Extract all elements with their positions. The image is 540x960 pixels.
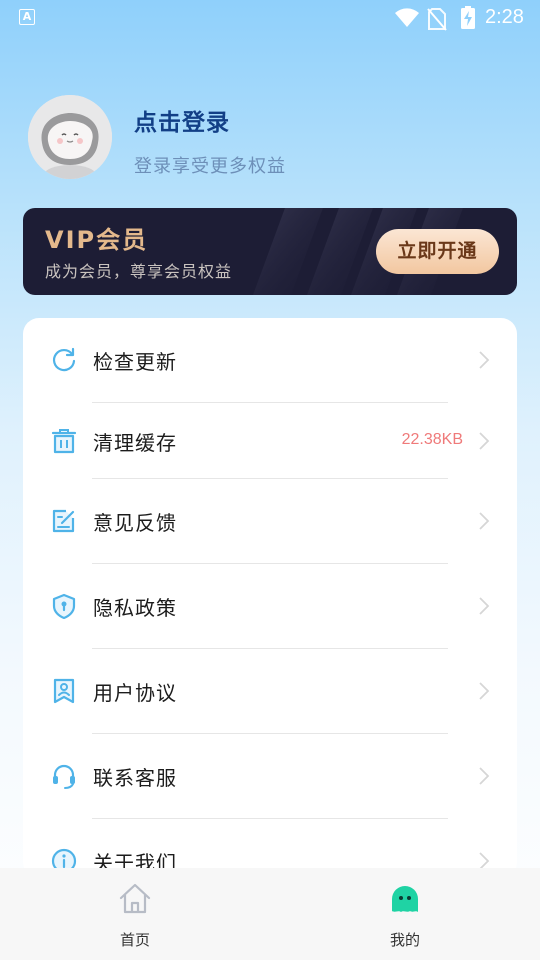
tab-label: 首页 [119,931,150,949]
bottom-nav: 首页 我的 [0,868,540,960]
menu-item-label: 隐私政策 [93,596,177,620]
settings-menu: 检查更新 清理缓存 22.38KB 意见反馈 隐私政策 用户协议 联系客服 关于… [23,318,517,878]
no-sim-icon [427,8,447,31]
chevron-right-icon [479,512,490,530]
chevron-right-icon [479,351,490,369]
vip-open-button[interactable]: 立即开通 [376,229,499,274]
status-bar: A 2:28 [0,0,540,38]
tab-mine[interactable]: 我的 [355,868,455,960]
login-subtitle: 登录享受更多权益 [134,156,286,177]
menu-item-label: 检查更新 [93,350,177,374]
login-title[interactable]: 点击登录 [134,103,230,137]
menu-item-feedback[interactable]: 意见反馈 [23,491,517,551]
vip-title: VIP会员 [45,226,149,254]
user-agreement-icon [53,678,75,704]
menu-item-label: 意见反馈 [93,511,177,535]
cache-size-value: 22.38KB [401,431,463,448]
battery-charging-icon [461,6,475,29]
chevron-right-icon [479,682,490,700]
chevron-right-icon [479,432,490,450]
menu-item-check-update[interactable]: 检查更新 [23,330,517,390]
divider [92,563,448,564]
ghost-mascot-icon [392,886,418,912]
clock: 2:28 [485,6,524,28]
divider [92,733,448,734]
menu-item-clear-cache[interactable]: 清理缓存 22.38KB [23,411,517,471]
headset-icon [53,764,75,789]
chevron-right-icon [479,767,490,785]
divider [92,818,448,819]
tab-label: 我的 [389,931,420,949]
astronaut-cat-avatar [28,95,112,179]
avatar[interactable] [28,95,112,179]
menu-item-user-agreement[interactable]: 用户协议 [23,661,517,721]
menu-item-privacy[interactable]: 隐私政策 [23,576,517,636]
vip-card[interactable]: VIP会员 成为会员，尊享会员权益 立即开通 [23,208,517,295]
chevron-right-icon [479,597,490,615]
menu-item-customer-service[interactable]: 联系客服 [23,746,517,806]
shield-lock-icon [52,593,76,619]
divider [92,648,448,649]
home-icon [119,883,151,914]
tab-home[interactable]: 首页 [85,868,185,960]
refresh-icon [52,347,76,372]
edit-feedback-icon [52,509,75,533]
menu-item-label: 联系客服 [93,766,177,790]
divider [92,478,448,479]
menu-item-label: 用户协议 [93,681,177,705]
trash-icon [51,429,77,454]
accessibility-a-icon: A [19,9,35,25]
menu-item-label: 清理缓存 [93,431,177,455]
vip-subtitle: 成为会员，尊享会员权益 [45,262,233,281]
wifi-icon [395,8,419,27]
divider [92,402,448,403]
